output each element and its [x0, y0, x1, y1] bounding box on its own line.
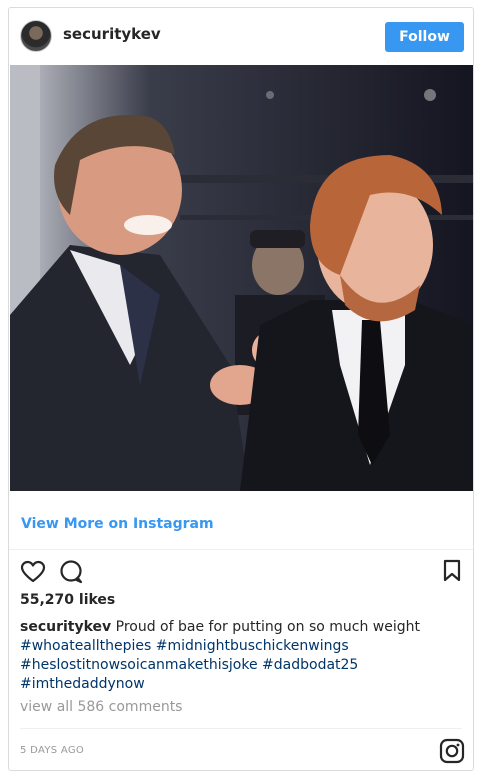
comment-icon[interactable]: [59, 559, 85, 589]
heart-icon[interactable]: [20, 560, 46, 588]
like-count[interactable]: 55,270 likes: [20, 592, 115, 608]
hashtag-link[interactable]: #heslostitnowsoicanmakethisjoke: [20, 657, 258, 673]
view-more-row: View More on Instagram: [9, 491, 473, 550]
instagram-embed-card: securitykev Follow View More on Instagra…: [8, 7, 474, 771]
view-comments-link[interactable]: view all 586 comments: [20, 699, 182, 715]
follow-button[interactable]: Follow: [385, 22, 464, 52]
caption-text: Proud of bae for putting on so much weig…: [111, 619, 420, 635]
photo-illustration: [10, 65, 473, 491]
post-caption: securitykev Proud of bae for putting on …: [20, 618, 466, 694]
caption-username[interactable]: securitykev: [20, 619, 111, 635]
hashtag-link[interactable]: #dadbodat25: [262, 657, 358, 673]
hashtag-link[interactable]: #imthedaddynow: [20, 676, 145, 692]
post-header: securitykev Follow: [9, 8, 473, 65]
post-photo[interactable]: [10, 65, 473, 491]
bookmark-icon[interactable]: [442, 559, 462, 587]
view-more-link[interactable]: View More on Instagram: [21, 516, 214, 532]
hashtag-link[interactable]: #midnightbuschickenwings: [156, 638, 349, 654]
hashtag-link[interactable]: #whoateallthepies: [20, 638, 151, 654]
avatar[interactable]: [20, 20, 52, 52]
post-timestamp[interactable]: 5 DAYS AGO: [20, 745, 84, 756]
instagram-icon[interactable]: [439, 738, 465, 768]
divider: [20, 728, 462, 729]
username-link[interactable]: securitykev: [63, 25, 161, 43]
